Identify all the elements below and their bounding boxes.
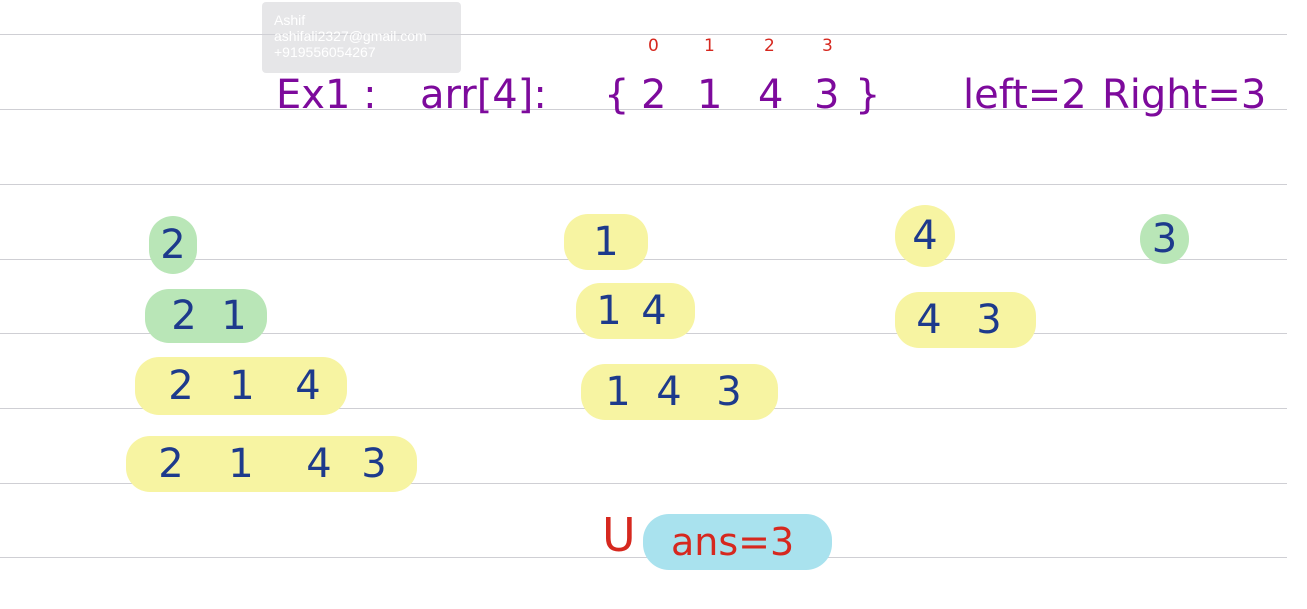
left-bound: left=2 [963,72,1087,118]
subarray-value: 4 [295,363,321,409]
open-brace: { [604,72,630,118]
subarray-highlight: 1 4 [576,283,695,339]
subarray-value: 3 [716,369,742,415]
array-value: 1 [697,72,723,118]
answer-highlight: ans=3 [643,514,832,570]
array-index: 0 [648,36,659,56]
array-label: arr[4]: [420,72,547,118]
subarray-value: 2 [160,222,186,268]
subarray-value: 4 [641,288,667,334]
subarray-value: 1 [605,369,631,415]
array-index: 1 [704,36,715,56]
subarray-highlight: 1 4 3 [581,364,778,420]
subarray-value: 1 [228,441,254,487]
subarray-value: 3 [361,441,387,487]
subarray-value: 3 [1151,216,1178,262]
subarray-highlight: 4 3 [895,292,1036,348]
subarray-highlight: 1 [564,214,648,270]
subarray-highlight: 2 [149,216,197,274]
subarray-value: 4 [656,369,682,415]
user-watermark: Ashif ashifali2327@gmail.com +9195560542… [262,2,461,73]
subarray-value: 4 [912,213,938,259]
subarray-value: 1 [596,288,622,334]
rule-line [0,557,1287,558]
array-index: 3 [822,36,833,56]
watermark-name: Ashif [274,12,306,28]
subarray-value: 1 [593,219,619,265]
watermark-phone: +919556054267 [274,44,376,60]
subarray-highlight: 4 [895,205,955,267]
subarray-highlight: 2 1 [145,289,267,343]
subarray-highlight: 2 1 4 [135,357,347,415]
subarray-value: 4 [916,297,942,343]
watermark-email: ashifali2327@gmail.com [274,28,427,44]
example-label: Ex1 : [276,72,377,118]
array-value: 4 [758,72,784,118]
answer-mark: U [602,508,636,562]
subarray-highlight: 3 [1140,214,1189,264]
subarray-value: 2 [171,293,197,339]
subarray-value: 2 [168,363,194,409]
subarray-value: 1 [221,293,247,339]
subarray-value: 4 [306,441,332,487]
answer-text: ans=3 [671,520,795,564]
array-index: 2 [764,36,775,56]
array-value: 3 [814,72,840,118]
subarray-value: 3 [976,297,1002,343]
right-bound: Right=3 [1102,72,1267,118]
array-value: 2 [641,72,667,118]
subarray-value: 2 [158,441,184,487]
rule-line [0,184,1287,185]
subarray-highlight: 2 1 4 3 [126,436,417,492]
close-brace: } [855,72,881,118]
subarray-value: 1 [229,363,255,409]
rule-line [0,34,1287,35]
